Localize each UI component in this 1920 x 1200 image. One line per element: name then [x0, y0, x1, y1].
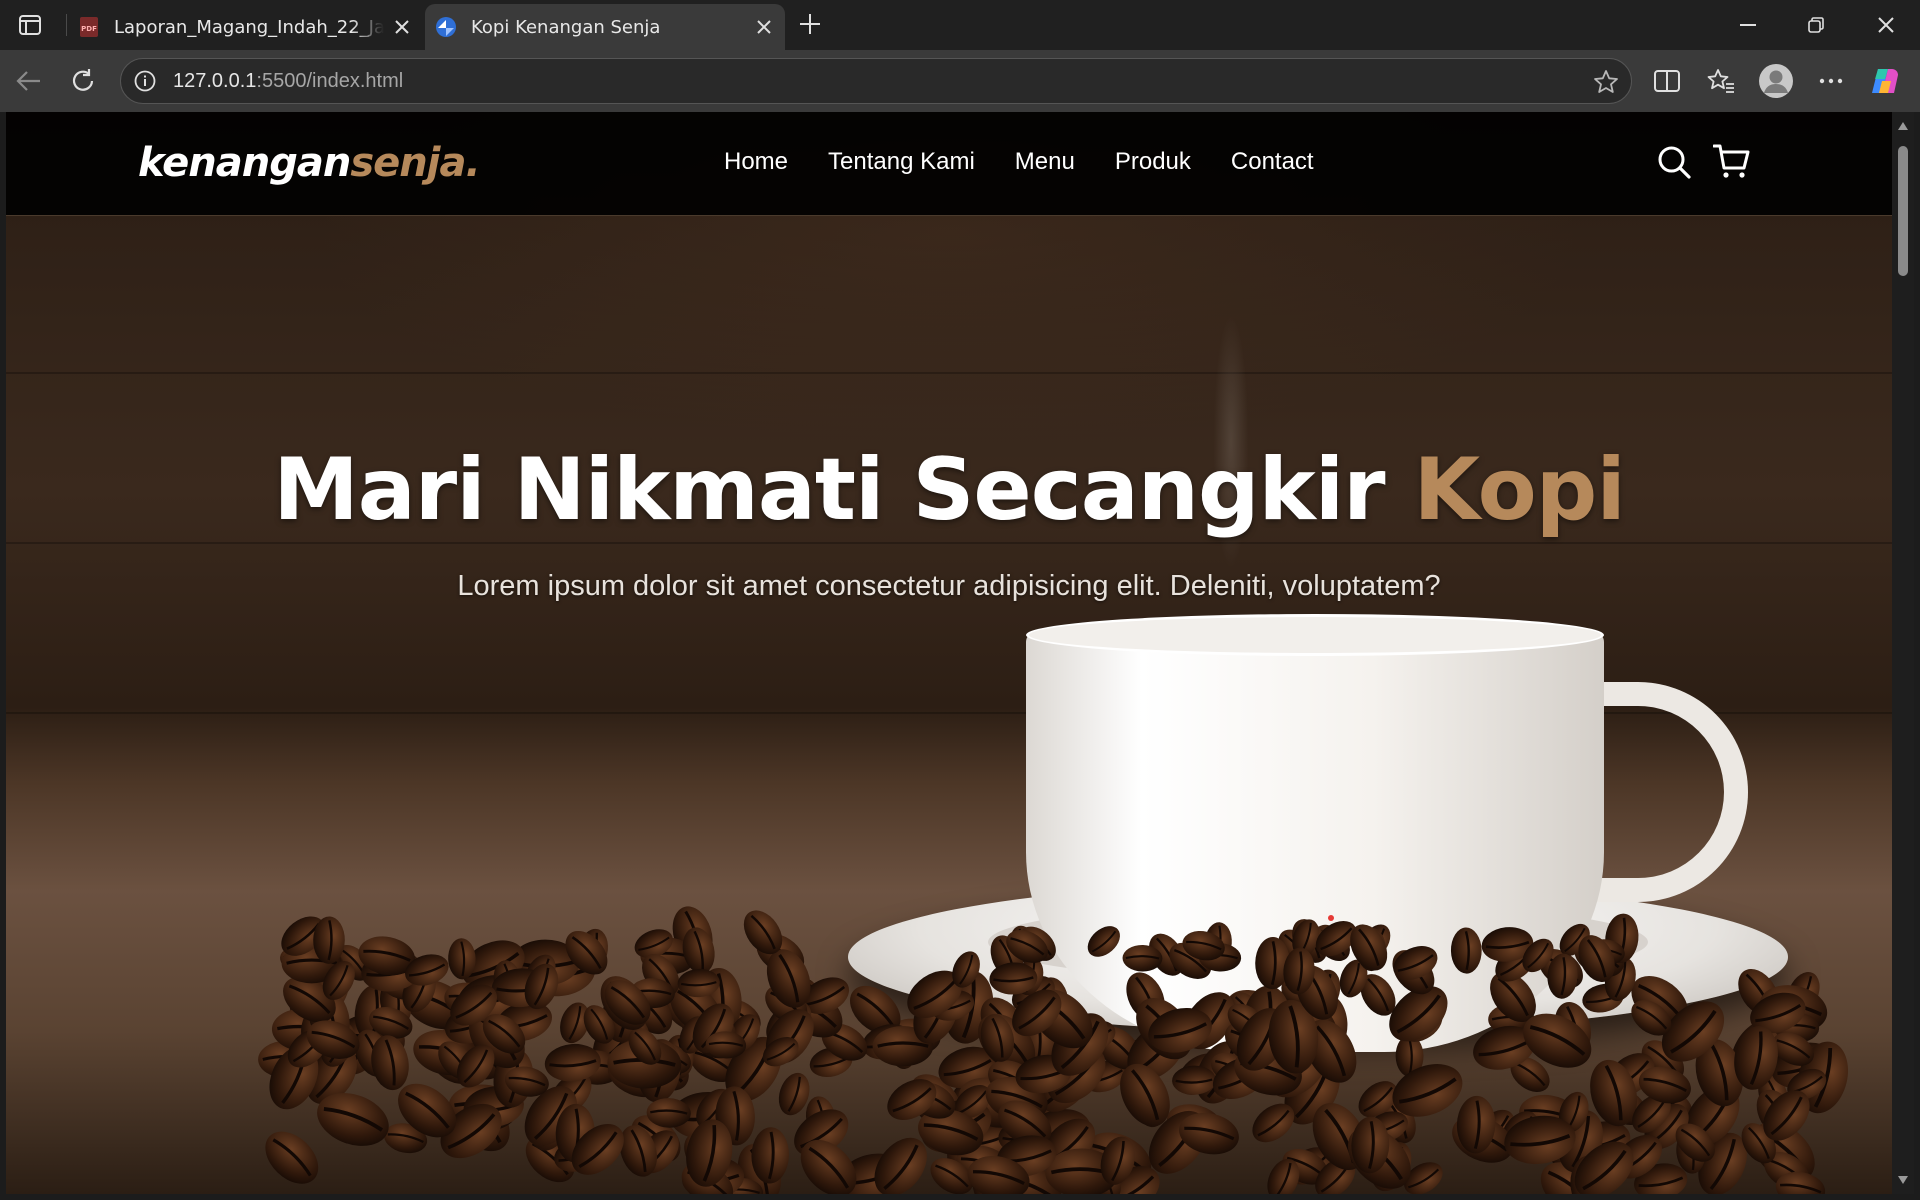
shopping-cart-icon[interactable]: [1712, 142, 1752, 182]
nav-link-tentang-kami[interactable]: Tentang Kami: [828, 148, 975, 176]
nav-link-contact[interactable]: Contact: [1231, 148, 1314, 176]
tab-title: Laporan_Magang_Indah_22_Januari: [114, 17, 384, 38]
site-logo[interactable]: kenangansenja.: [138, 140, 481, 186]
more-options-icon[interactable]: [1812, 62, 1850, 100]
logo-main-text: kenangan: [138, 140, 351, 186]
favorite-star-icon[interactable]: [1591, 67, 1621, 97]
svg-text:PDF: PDF: [81, 25, 97, 33]
nav-link-menu[interactable]: Menu: [1015, 148, 1075, 176]
reload-icon[interactable]: [64, 62, 102, 100]
new-tab-icon[interactable]: [792, 8, 828, 40]
favorites-icon[interactable]: [1702, 62, 1740, 100]
url-path: :5500/index.html: [256, 70, 404, 92]
url-text: 127.0.0.1:5500/index.html: [173, 70, 403, 93]
address-bar[interactable]: 127.0.0.1:5500/index.html: [120, 58, 1632, 104]
nav-link-home[interactable]: Home: [724, 148, 788, 176]
back-icon[interactable]: [10, 62, 48, 100]
vscode-live-icon: [435, 16, 457, 38]
pdf-icon: PDF: [78, 16, 100, 38]
nav-link-produk[interactable]: Produk: [1115, 148, 1191, 176]
site-info-icon[interactable]: [131, 67, 159, 95]
scrollbar-thumb[interactable]: [1898, 146, 1908, 276]
hero-section: kenangansenja. Home Tentang Kami Menu Pr…: [6, 112, 1892, 1194]
profile-avatar-icon[interactable]: [1756, 61, 1796, 101]
hero-title-main: Mari Nikmati Secangkir: [273, 440, 1414, 540]
hero-subtitle: Lorem ipsum dolor sit amet consectetur a…: [457, 570, 1441, 602]
copilot-icon[interactable]: [1866, 62, 1904, 100]
close-window-icon[interactable]: [1852, 0, 1920, 50]
minimize-icon[interactable]: [1714, 0, 1782, 50]
tab-strip: PDF Laporan_Magang_Indah_22_Januari Kopi…: [0, 0, 1920, 50]
hero-title-accent: Kopi: [1413, 440, 1626, 540]
search-icon[interactable]: [1654, 142, 1694, 182]
page-viewport: kenangansenja. Home Tentang Kami Menu Pr…: [6, 112, 1892, 1194]
tab-active[interactable]: Kopi Kenangan Senja: [425, 4, 785, 50]
hero-title: Mari Nikmati Secangkir Kopi: [6, 440, 1892, 540]
cursor-dot: [1328, 915, 1334, 921]
scroll-down-arrow-icon[interactable]: [1897, 1174, 1909, 1186]
close-icon[interactable]: [753, 16, 775, 38]
browser-toolbar: 127.0.0.1:5500/index.html: [0, 50, 1920, 112]
restore-icon[interactable]: [1782, 0, 1850, 50]
split-screen-icon[interactable]: [1648, 62, 1686, 100]
nav-links: Home Tentang Kami Menu Produk Contact: [724, 148, 1314, 176]
close-icon[interactable]: [391, 16, 413, 38]
tab-title: Kopi Kenangan Senja: [471, 17, 661, 38]
tab-separator: [66, 14, 67, 36]
tab-pdf[interactable]: PDF Laporan_Magang_Indah_22_Januari: [68, 4, 423, 50]
url-host: 127.0.0.1: [173, 70, 257, 92]
tab-actions-menu-icon[interactable]: [12, 10, 48, 40]
site-navbar: kenangansenja. Home Tentang Kami Menu Pr…: [6, 112, 1892, 216]
page-scrollbar[interactable]: [1892, 112, 1914, 1194]
coffee-beans: [258, 906, 1849, 1194]
scroll-up-arrow-icon[interactable]: [1897, 120, 1909, 132]
logo-accent-text: senja.: [350, 140, 480, 186]
